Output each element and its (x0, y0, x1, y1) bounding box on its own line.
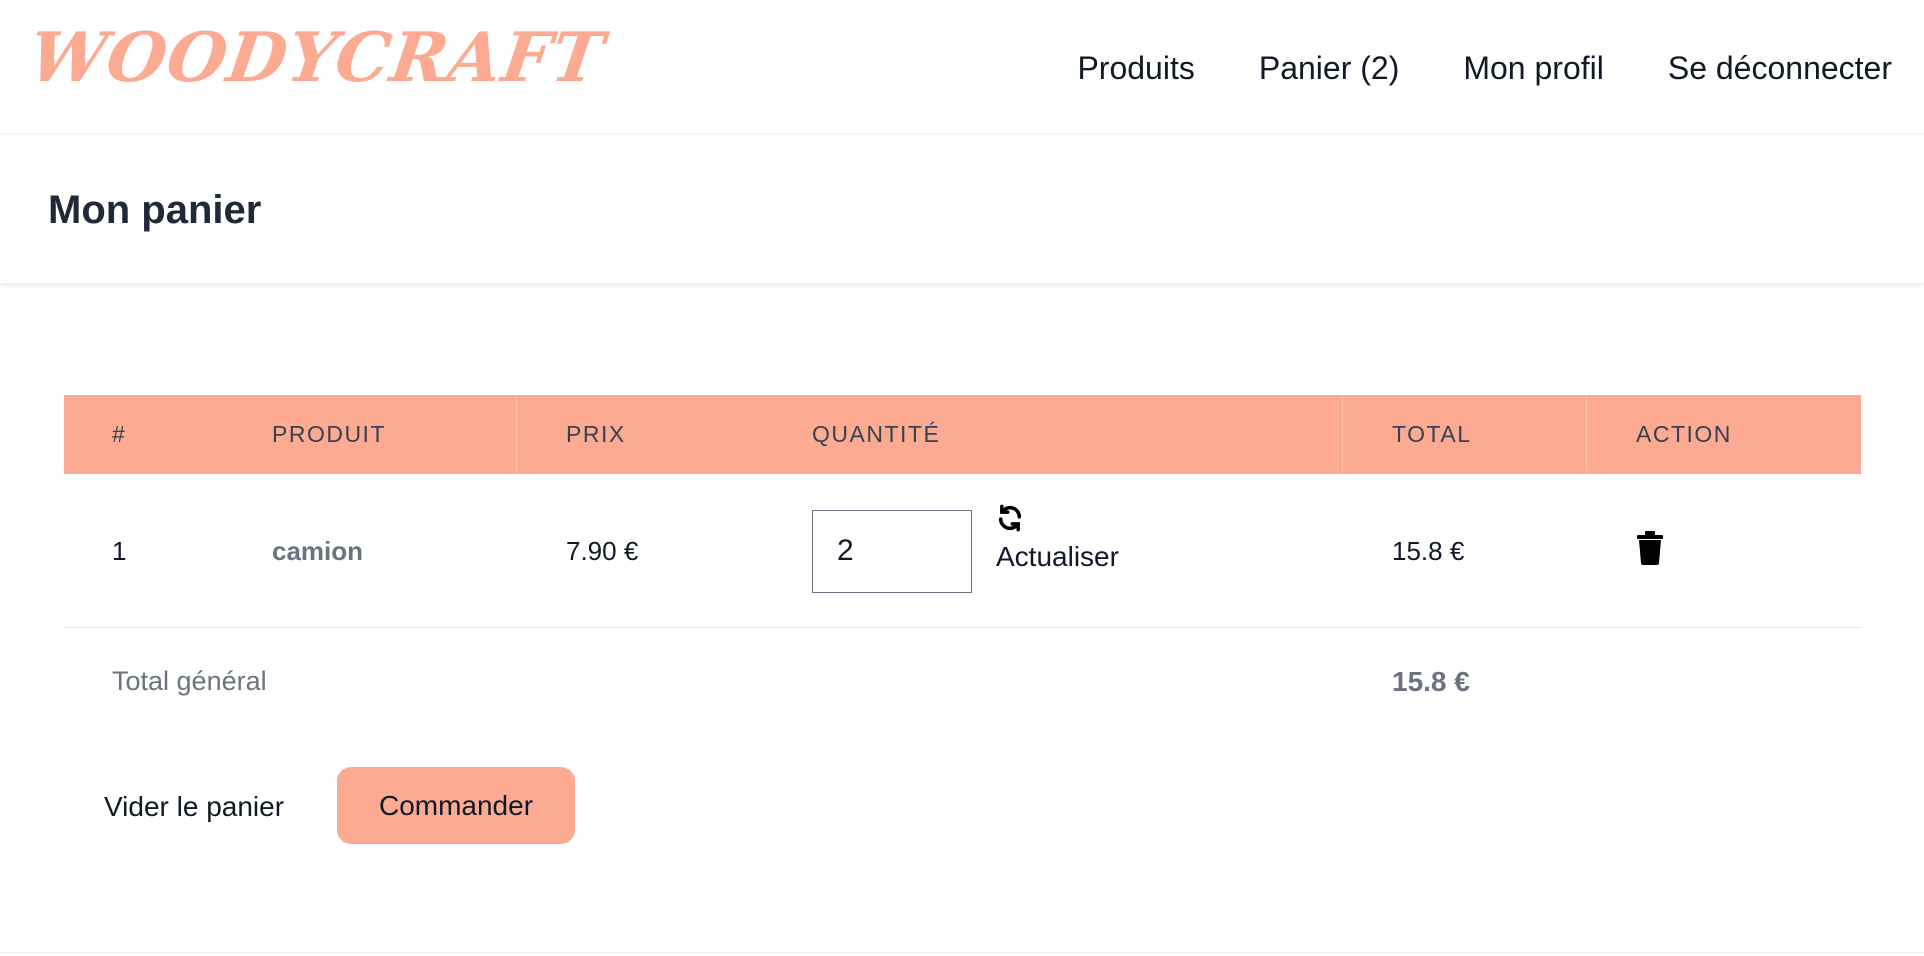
refresh-button[interactable]: Actualiser (996, 504, 1119, 573)
nav-item-mon-profil[interactable]: Mon profil (1463, 46, 1604, 90)
column-header-index: # (112, 421, 127, 447)
quantity-input[interactable] (812, 509, 972, 593)
product-price: 7.90 € (566, 535, 639, 566)
column-header-action: ACTION (1636, 421, 1732, 447)
page-title: Mon panier (48, 188, 262, 232)
grand-total-label: Total général (112, 666, 267, 696)
page-header: Mon panier (0, 135, 1924, 283)
clear-cart-button[interactable]: Vider le panier (104, 790, 284, 824)
column-divider (516, 395, 517, 474)
navbar: WOODYCRAFT Produits Panier (2) Mon profi… (0, 0, 1924, 134)
refresh-label: Actualiser (996, 541, 1119, 572)
nav-item-se-deconnecter[interactable]: Se déconnecter (1668, 46, 1892, 90)
table-row: 1 camion 7.90 € Actualiser 15.8 € (64, 474, 1861, 628)
column-header-price: PRIX (566, 421, 626, 447)
column-divider (1342, 395, 1343, 474)
order-button[interactable]: Commander (337, 767, 575, 844)
column-header-quantity: QUANTITÉ (812, 421, 941, 447)
refresh-icon (996, 504, 1024, 537)
trash-icon (1636, 530, 1664, 572)
table-header: # PRODUIT PRIX QUANTITÉ TOTAL ACTION (64, 395, 1861, 474)
delete-button[interactable] (1636, 474, 1664, 628)
grand-total-value: 15.8 € (1392, 666, 1470, 697)
row-total: 15.8 € (1392, 535, 1465, 566)
grand-total-row: Total général 15.8 € (64, 628, 1861, 738)
column-divider (1586, 395, 1587, 474)
column-header-product: PRODUIT (272, 421, 386, 447)
row-index: 1 (112, 535, 127, 566)
nav-item-produits[interactable]: Produits (1077, 46, 1194, 90)
nav-item-panier[interactable]: Panier (2) (1259, 46, 1400, 90)
logo[interactable]: WOODYCRAFT (24, 18, 609, 98)
column-header-total: TOTAL (1392, 421, 1472, 447)
product-name[interactable]: camion (272, 474, 363, 628)
footer-divider (0, 952, 1924, 953)
cart-table: # PRODUIT PRIX QUANTITÉ TOTAL ACTION 1 c… (64, 395, 1861, 738)
nav-links: Produits Panier (2) Mon profil Se déconn… (1077, 46, 1892, 90)
quantity-cell (812, 474, 972, 628)
